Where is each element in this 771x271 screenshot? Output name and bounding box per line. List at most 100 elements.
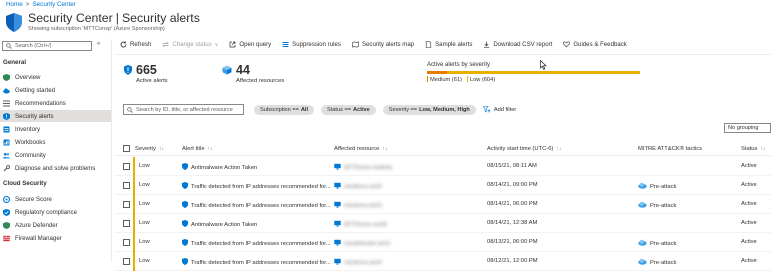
severity-summary[interactable]: Active alerts by severity Medium (61) Lo…: [427, 62, 640, 83]
alert-title-cell[interactable]: Traffic detected from IP addresses recom…: [182, 238, 331, 247]
row-checkbox[interactable]: [123, 257, 130, 265]
change-status-label: Change status: [172, 41, 212, 48]
alert-title-cell[interactable]: Traffic detected from IP addresses recom…: [182, 181, 331, 190]
row-checkbox[interactable]: [123, 181, 130, 189]
subscription-subtitle: Showing subscription 'MTTConsp' (Azure S…: [28, 26, 165, 32]
resource-icon: [334, 239, 341, 246]
filter-key: Severity ==: [388, 106, 418, 113]
sidebar-item-firewall-manager[interactable]: Firewall Manager: [0, 232, 111, 244]
change-status-button[interactable]: Change status ∨: [162, 41, 218, 48]
status-cell: Active: [741, 219, 757, 226]
active-alerts-label: Active alerts: [136, 78, 168, 84]
filter-pill-subscription[interactable]: Subscription == All: [254, 104, 315, 115]
sidebar-item-getting-started[interactable]: Getting started: [0, 84, 111, 96]
sidebar-item-workbooks[interactable]: Workbooks: [0, 136, 111, 148]
sidebar-item-azure-defender[interactable]: Azure Defender: [0, 219, 111, 231]
add-filter-label: Add filter: [493, 106, 517, 113]
list-icon: [3, 100, 10, 106]
column-header-mitre-tactics[interactable]: MITRE ATT&CK® tactics: [638, 146, 702, 152]
table-row[interactable]: Low Antimalware Action Taken MTTDemo-wvd4 0…: [115, 213, 771, 233]
sidebar-item-regulatory-compliance[interactable]: Regulatory compliance: [0, 206, 111, 218]
grouping-dropdown[interactable]: No grouping: [724, 123, 771, 133]
row-checkbox[interactable]: [123, 238, 130, 246]
table-row[interactable]: Low Antimalware Action Taken MTTDemo-Gabrd…: [115, 157, 771, 176]
collapse-sidebar-button[interactable]: «: [97, 41, 100, 47]
active-alerts-value: 665: [136, 63, 157, 77]
column-header-affected-resource[interactable]: Affected resource ↑↓: [334, 146, 387, 152]
alert-title-cell[interactable]: Antimalware Action Taken: [182, 163, 257, 171]
sidebar-item-diagnose[interactable]: Diagnose and solve problems: [0, 162, 111, 174]
affected-resources-kpi: 44 Affected resources: [222, 64, 284, 84]
table-row[interactable]: Low Traffic detected from IP addresses re…: [115, 194, 771, 214]
more-options-button[interactable]: ···: [177, 14, 189, 24]
firewall-icon: [3, 235, 10, 241]
column-header-severity[interactable]: Severity ↑↓: [135, 146, 164, 152]
column-header-activity-start-time[interactable]: Activity start time (UTC-6) ↑↓: [487, 146, 561, 152]
download-csv-button[interactable]: Download CSV report: [483, 41, 552, 48]
affected-resource-cell[interactable]: mtcdemo-dc01: [334, 201, 382, 209]
sample-alerts-label: Sample alerts: [435, 41, 473, 48]
security-alerts-map-button[interactable]: Security alerts map: [352, 41, 414, 48]
sidebar-item-label: Regulatory compliance: [15, 208, 77, 216]
open-query-button[interactable]: Open query: [229, 41, 271, 48]
filter-pill-severity[interactable]: Severity == Low, Medium, High: [382, 104, 476, 115]
activity-time-cell: 08/14/21, 09:00 PM: [487, 181, 538, 188]
select-all-checkbox[interactable]: [123, 145, 130, 152]
sidebar-item-secure-score[interactable]: Secure Score: [0, 193, 111, 205]
refresh-label: Refresh: [130, 41, 152, 48]
alert-title-text: Traffic detected from IP addresses recom…: [191, 183, 331, 190]
page-header: Security Center | Security alerts Showing …: [6, 11, 200, 32]
affected-resources-label: Affected resources: [236, 78, 285, 84]
search-icon: [6, 43, 12, 49]
sort-icon: ↑↓: [556, 146, 562, 152]
column-header-alert-title[interactable]: Alert title ↑↓: [182, 146, 213, 152]
sidebar-search-input[interactable]: Search (Ctrl+/): [2, 41, 92, 51]
sidebar-item-overview[interactable]: Overview: [0, 71, 111, 83]
mitre-tactic-cell: Pre-attack: [638, 239, 676, 247]
column-header-status[interactable]: Status ↑↓: [741, 146, 765, 152]
filter-bar: Search by ID, title, or affected resourc…: [123, 104, 516, 115]
row-checkbox[interactable]: [123, 219, 130, 227]
workbook-icon: [3, 139, 10, 145]
table-header: Severity ↑↓ Alert title ↑↓ Affected resour…: [115, 142, 771, 156]
alert-title-cell[interactable]: Antimalware Action Taken: [182, 219, 258, 228]
alert-shield-icon: [182, 219, 188, 227]
table-row[interactable]: Low Traffic detected from IP addresses re…: [115, 232, 771, 252]
guides-feedback-button[interactable]: Guides & Feedback: [563, 41, 627, 48]
sample-alerts-button[interactable]: Sample alerts: [425, 41, 472, 48]
sidebar-item-label: Workbooks: [15, 138, 46, 146]
affected-resource-cell[interactable]: MTTDemo-wvd4: [334, 220, 387, 228]
pre-attack-icon: [638, 239, 647, 246]
score-icon: [3, 195, 10, 203]
open-query-label: Open query: [239, 41, 272, 48]
mitre-tactic-text: Pre-attack: [650, 259, 677, 266]
table-row[interactable]: Low Traffic detected from IP addresses re…: [115, 175, 771, 195]
table-row[interactable]: Low Traffic detected from IP addresses re…: [115, 251, 771, 271]
alert-title-cell[interactable]: Traffic detected from IP addresses recom…: [182, 200, 331, 209]
filter-pill-status[interactable]: Status == Active: [321, 104, 376, 115]
suppression-rules-button[interactable]: Suppression rules: [282, 41, 341, 48]
affected-resource-cell[interactable]: MTTDemo-Gabrds: [334, 163, 392, 171]
severity-cell: Low: [139, 163, 150, 169]
alert-shield-icon: [182, 257, 188, 265]
refresh-button[interactable]: Refresh: [120, 41, 151, 48]
affected-resource-text: MTTDemo-wvd4: [344, 221, 387, 228]
breadcrumb-home[interactable]: Home: [6, 1, 23, 8]
mitre-tactic-text: Pre-attack: [650, 202, 677, 209]
mitre-tactic-text: Pre-attack: [650, 183, 677, 190]
affected-resource-cell[interactable]: mtcdefender-dc01: [334, 239, 391, 247]
sync-icon: [162, 41, 170, 48]
sidebar-item-security-alerts[interactable]: Security alerts: [0, 110, 111, 122]
alert-title-text: Antimalware Action Taken: [191, 221, 258, 228]
row-checkbox[interactable]: [123, 200, 130, 208]
sidebar-item-community[interactable]: Community: [0, 149, 111, 161]
alerts-search-input[interactable]: Search by ID, title, or affected resourc…: [123, 104, 244, 115]
alerts-search-placeholder: Search by ID, title, or affected resourc…: [136, 106, 233, 113]
sidebar-item-inventory[interactable]: Inventory: [0, 123, 111, 135]
breadcrumb-current[interactable]: Security Center: [32, 1, 75, 8]
row-checkbox[interactable]: [123, 163, 130, 170]
add-filter-button[interactable]: Add filter: [482, 106, 517, 113]
affected-resource-cell[interactable]: mtcdemo-win9: [334, 182, 382, 190]
status-cell: Active: [741, 238, 757, 245]
sidebar-item-recommendations[interactable]: Recommendations: [0, 97, 111, 109]
